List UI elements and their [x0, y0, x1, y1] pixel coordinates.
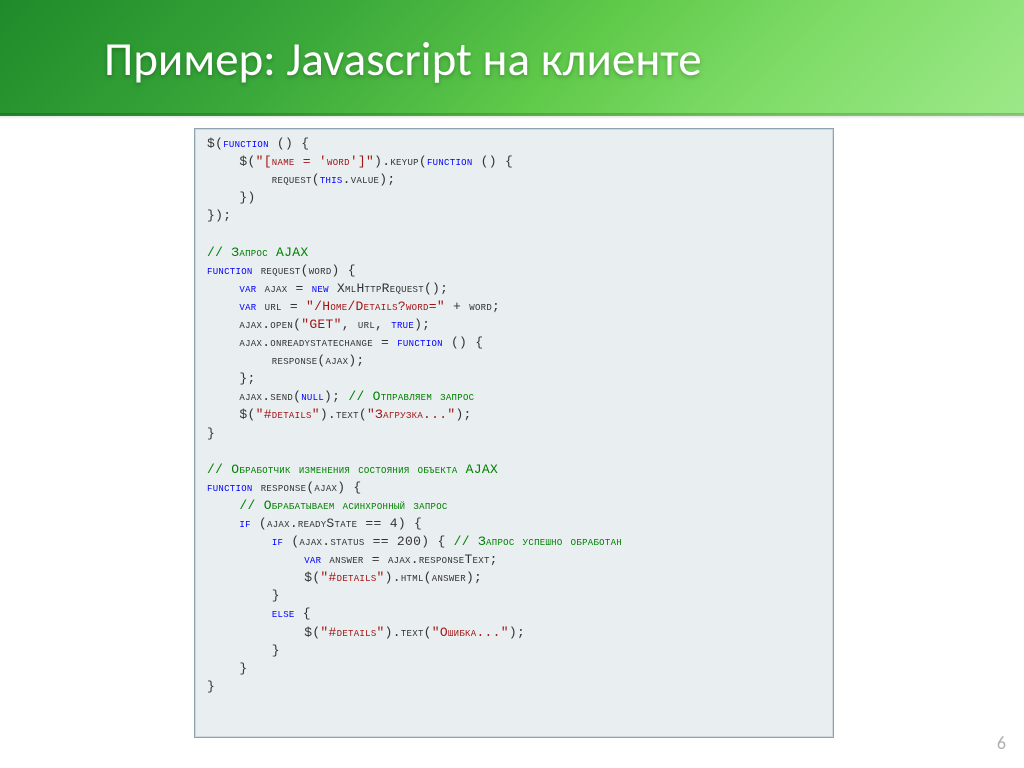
slide: Пример: Javascript на клиенте $(function… — [0, 0, 1024, 768]
slide-title: Пример: Javascript на клиенте — [104, 30, 702, 88]
code-listing: $(function () { $("[name = 'word']").key… — [207, 135, 821, 696]
page-number: 6 — [997, 732, 1006, 754]
header-bar: Пример: Javascript на клиенте — [0, 0, 1024, 116]
code-box: $(function () { $("[name = 'word']").key… — [194, 128, 834, 738]
